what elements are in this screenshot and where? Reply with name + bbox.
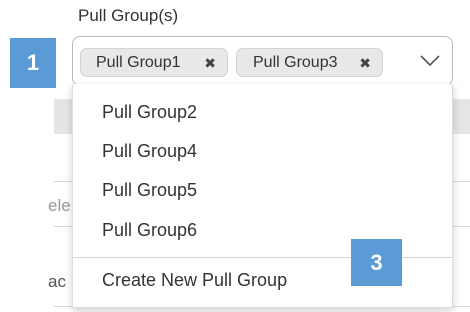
step-badge-1: 1 — [10, 38, 56, 88]
dropdown-option[interactable]: Pull Group2 — [73, 93, 452, 131]
selected-chip: Pull Group3 ✖ — [236, 48, 383, 77]
selected-chip: Pull Group1 ✖ — [80, 48, 228, 77]
background-partial-text: ele — [48, 196, 71, 215]
chip-remove-icon[interactable]: ✖ — [359, 56, 371, 70]
chip-remove-icon[interactable]: ✖ — [204, 56, 216, 70]
pull-groups-multiselect[interactable]: Pull Group1 ✖ Pull Group3 ✖ — [72, 36, 453, 86]
pull-groups-label: Pull Group(s) — [78, 6, 179, 25]
chip-label: Pull Group3 — [253, 53, 338, 71]
step-badge-3: 3 — [351, 239, 402, 286]
dropdown-option[interactable]: Pull Group4 — [73, 132, 452, 170]
background-partial-text: ac — [48, 272, 66, 291]
chevron-down-icon[interactable] — [419, 54, 441, 68]
dropdown-option[interactable]: Pull Group5 — [73, 171, 452, 209]
chip-label: Pull Group1 — [96, 53, 181, 71]
